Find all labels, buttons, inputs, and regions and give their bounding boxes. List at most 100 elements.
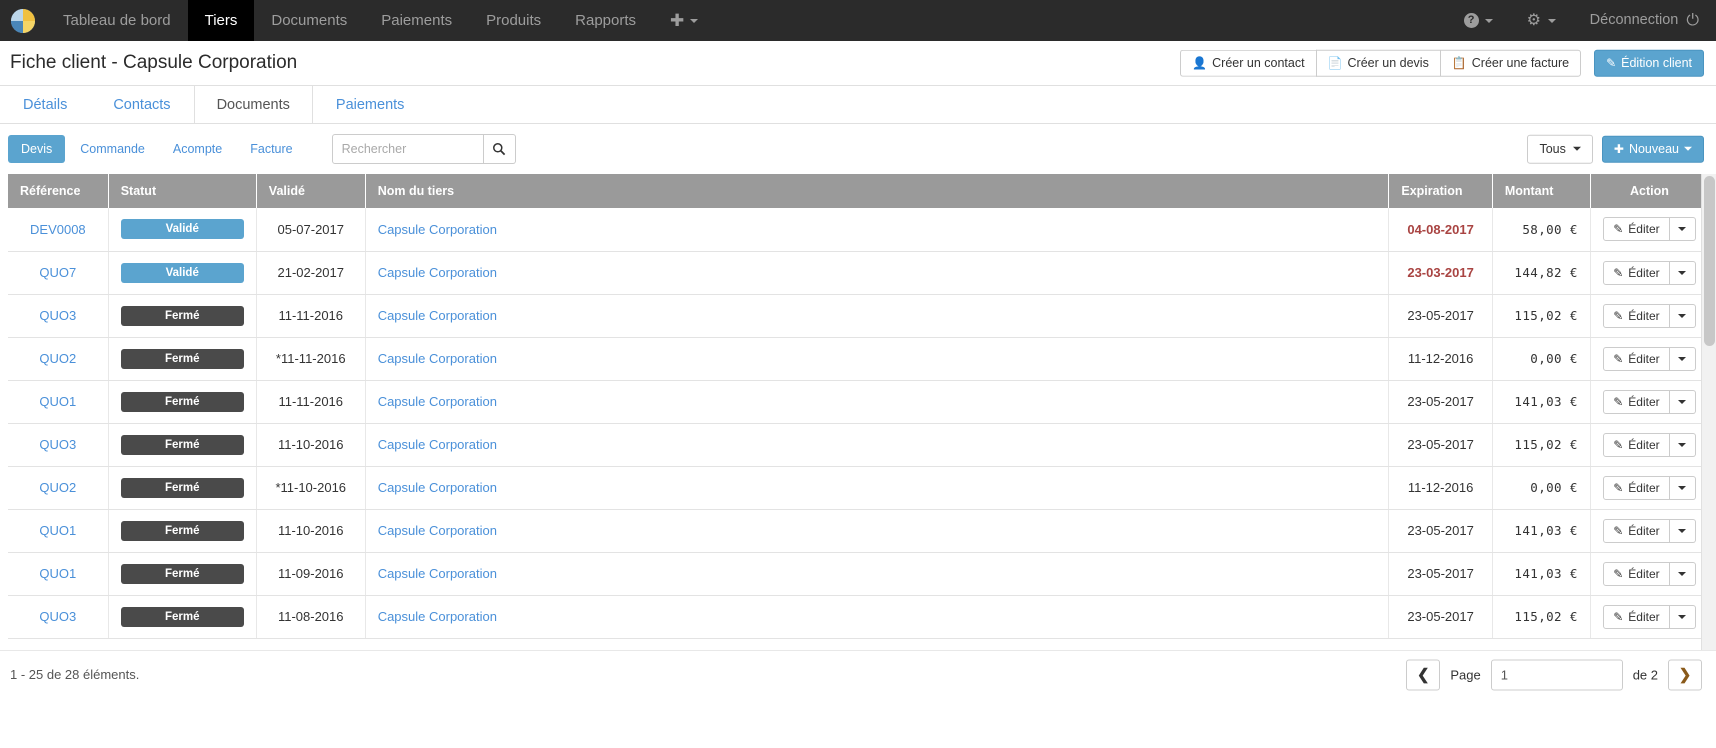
filter-pill-facture[interactable]: Facture xyxy=(237,135,305,163)
column-header-expiration[interactable]: Expiration xyxy=(1388,174,1493,208)
filter-pill-acompte[interactable]: Acompte xyxy=(160,135,235,163)
table-row[interactable]: QUO3 Fermé 11-10-2016 Capsule Corporation 23… xyxy=(8,423,1708,467)
edit-button[interactable]: ✎ Éditer xyxy=(1603,346,1670,371)
cell-valide: *11-10-2016 xyxy=(256,466,366,510)
document-reference-link[interactable]: QUO2 xyxy=(39,480,76,495)
document-reference-link[interactable]: QUO1 xyxy=(39,394,76,409)
page-number-input[interactable] xyxy=(1490,659,1623,690)
next-page-button[interactable]: ❯ xyxy=(1668,659,1702,690)
tab-contacts[interactable]: Contacts xyxy=(90,86,193,123)
filter-pill-commande[interactable]: Commande xyxy=(67,135,158,163)
table-scrollbar[interactable] xyxy=(1701,174,1716,650)
nav-item-rapports[interactable]: Rapports xyxy=(558,0,653,41)
client-name-link[interactable]: Capsule Corporation xyxy=(378,394,497,409)
document-reference-link[interactable]: QUO7 xyxy=(39,265,76,280)
client-name-link[interactable]: Capsule Corporation xyxy=(378,609,497,624)
table-head: Référence Statut Validé Nom du tiers Exp… xyxy=(8,174,1708,208)
nav-item-tiers[interactable]: Tiers xyxy=(187,0,255,41)
document-reference-link[interactable]: QUO1 xyxy=(39,523,76,538)
edit-button[interactable]: ✎ Éditer xyxy=(1603,432,1670,457)
edit-button[interactable]: ✎ Éditer xyxy=(1603,217,1670,242)
create-contact-button[interactable]: 👤 Créer un contact xyxy=(1180,49,1316,77)
search-button[interactable] xyxy=(483,134,516,164)
column-header-statut[interactable]: Statut xyxy=(108,174,257,208)
table-row[interactable]: QUO3 Fermé 11-08-2016 Capsule Corporation 23… xyxy=(8,595,1708,639)
cell-montant: 0,00 € xyxy=(1492,337,1591,381)
app-logo[interactable] xyxy=(0,0,46,41)
action-button-group: ✎ Éditer xyxy=(1603,561,1696,586)
client-name-link[interactable]: Capsule Corporation xyxy=(378,566,497,581)
tab-label: Détails xyxy=(23,96,68,113)
help-menu[interactable]: ? xyxy=(1447,13,1510,28)
client-name-link[interactable]: Capsule Corporation xyxy=(378,480,497,495)
nav-item-documents[interactable]: Documents xyxy=(254,0,364,41)
row-actions-dropdown[interactable] xyxy=(1669,217,1696,242)
document-reference-link[interactable]: QUO3 xyxy=(39,437,76,452)
client-tabs: Détails Contacts Documents Paiements xyxy=(0,86,1716,124)
row-actions-dropdown[interactable] xyxy=(1669,346,1696,371)
prev-page-button[interactable]: ❮ xyxy=(1406,659,1441,690)
table-row[interactable]: QUO1 Fermé 11-10-2016 Capsule Corporation 23… xyxy=(8,509,1708,553)
column-header-nom-tiers[interactable]: Nom du tiers xyxy=(365,174,1390,208)
status-filter-dropdown[interactable]: Tous xyxy=(1527,134,1593,164)
tab-paiements[interactable]: Paiements xyxy=(313,86,428,123)
edit-button[interactable]: ✎ Éditer xyxy=(1603,260,1670,285)
row-actions-dropdown[interactable] xyxy=(1669,432,1696,457)
table-row[interactable]: QUO1 Fermé 11-09-2016 Capsule Corporation 23… xyxy=(8,552,1708,596)
table-row[interactable]: DEV0008 Validé 05-07-2017 Capsule Corporati… xyxy=(8,208,1708,252)
row-actions-dropdown[interactable] xyxy=(1669,303,1696,328)
row-actions-dropdown[interactable] xyxy=(1669,518,1696,543)
edit-button-label: Éditer xyxy=(1628,566,1660,581)
row-actions-dropdown[interactable] xyxy=(1669,604,1696,629)
document-reference-link[interactable]: DEV0008 xyxy=(30,222,86,237)
column-header-montant[interactable]: Montant xyxy=(1492,174,1591,208)
scrollbar-thumb[interactable] xyxy=(1704,176,1715,346)
document-reference-link[interactable]: QUO2 xyxy=(39,351,76,366)
row-actions-dropdown[interactable] xyxy=(1669,475,1696,500)
client-name-link[interactable]: Capsule Corporation xyxy=(378,308,497,323)
tab-details[interactable]: Détails xyxy=(0,86,90,123)
edit-button[interactable]: ✎ Éditer xyxy=(1603,561,1670,586)
nav-item-dashboard[interactable]: Tableau de bord xyxy=(46,0,188,41)
nav-item-add[interactable]: ✚ xyxy=(653,0,715,41)
filter-pill-devis[interactable]: Devis xyxy=(8,135,66,163)
row-actions-dropdown[interactable] xyxy=(1669,389,1696,414)
table-row[interactable]: QUO7 Validé 21-02-2017 Capsule Corporation 2… xyxy=(8,251,1708,295)
tab-documents[interactable]: Documents xyxy=(193,86,313,123)
edit-button[interactable]: ✎ Éditer xyxy=(1603,604,1670,629)
edit-button[interactable]: ✎ Éditer xyxy=(1603,475,1670,500)
table-row[interactable]: QUO3 Fermé 11-11-2016 Capsule Corporation 23… xyxy=(8,294,1708,338)
table-row[interactable]: QUO1 Fermé 11-11-2016 Capsule Corporation 23… xyxy=(8,380,1708,424)
search-input[interactable] xyxy=(331,134,484,164)
expiration-date: 23-05-2017 xyxy=(1407,437,1474,452)
edit-button[interactable]: ✎ Éditer xyxy=(1603,303,1670,328)
cell-montant: 115,02 € xyxy=(1492,294,1591,338)
client-name-link[interactable]: Capsule Corporation xyxy=(378,222,497,237)
column-header-valide[interactable]: Validé xyxy=(256,174,366,208)
edit-button[interactable]: ✎ Éditer xyxy=(1603,389,1670,414)
cell-nom-tiers: Capsule Corporation xyxy=(365,595,1390,639)
client-name-link[interactable]: Capsule Corporation xyxy=(378,523,497,538)
create-invoice-button[interactable]: 📋 Créer une facture xyxy=(1439,49,1582,77)
chevron-down-icon xyxy=(1572,147,1581,151)
document-reference-link[interactable]: QUO3 xyxy=(39,308,76,323)
table-row[interactable]: QUO2 Fermé *11-11-2016 Capsule Corporation 1… xyxy=(8,337,1708,381)
edit-client-button[interactable]: ✎ Édition client xyxy=(1594,49,1704,77)
nav-item-paiements[interactable]: Paiements xyxy=(364,0,469,41)
table-row[interactable]: QUO2 Fermé *11-10-2016 Capsule Corporation 1… xyxy=(8,466,1708,510)
document-reference-link[interactable]: QUO1 xyxy=(39,566,76,581)
nav-item-produits[interactable]: Produits xyxy=(469,0,558,41)
create-quote-button[interactable]: 📄 Créer un devis xyxy=(1315,49,1440,77)
client-name-link[interactable]: Capsule Corporation xyxy=(378,351,497,366)
logout-button[interactable]: Déconnection ⏻ xyxy=(1573,0,1716,41)
new-document-button[interactable]: ✚ Nouveau xyxy=(1601,135,1704,163)
column-header-reference[interactable]: Référence xyxy=(8,174,109,208)
row-actions-dropdown[interactable] xyxy=(1669,260,1696,285)
document-reference-link[interactable]: QUO3 xyxy=(39,609,76,624)
client-name-link[interactable]: Capsule Corporation xyxy=(378,265,497,280)
filter-bar-right: Tous ✚ Nouveau xyxy=(1527,134,1704,164)
client-name-link[interactable]: Capsule Corporation xyxy=(378,437,497,452)
row-actions-dropdown[interactable] xyxy=(1669,561,1696,586)
settings-menu[interactable]: ⚙ xyxy=(1510,13,1573,29)
edit-button[interactable]: ✎ Éditer xyxy=(1603,518,1670,543)
